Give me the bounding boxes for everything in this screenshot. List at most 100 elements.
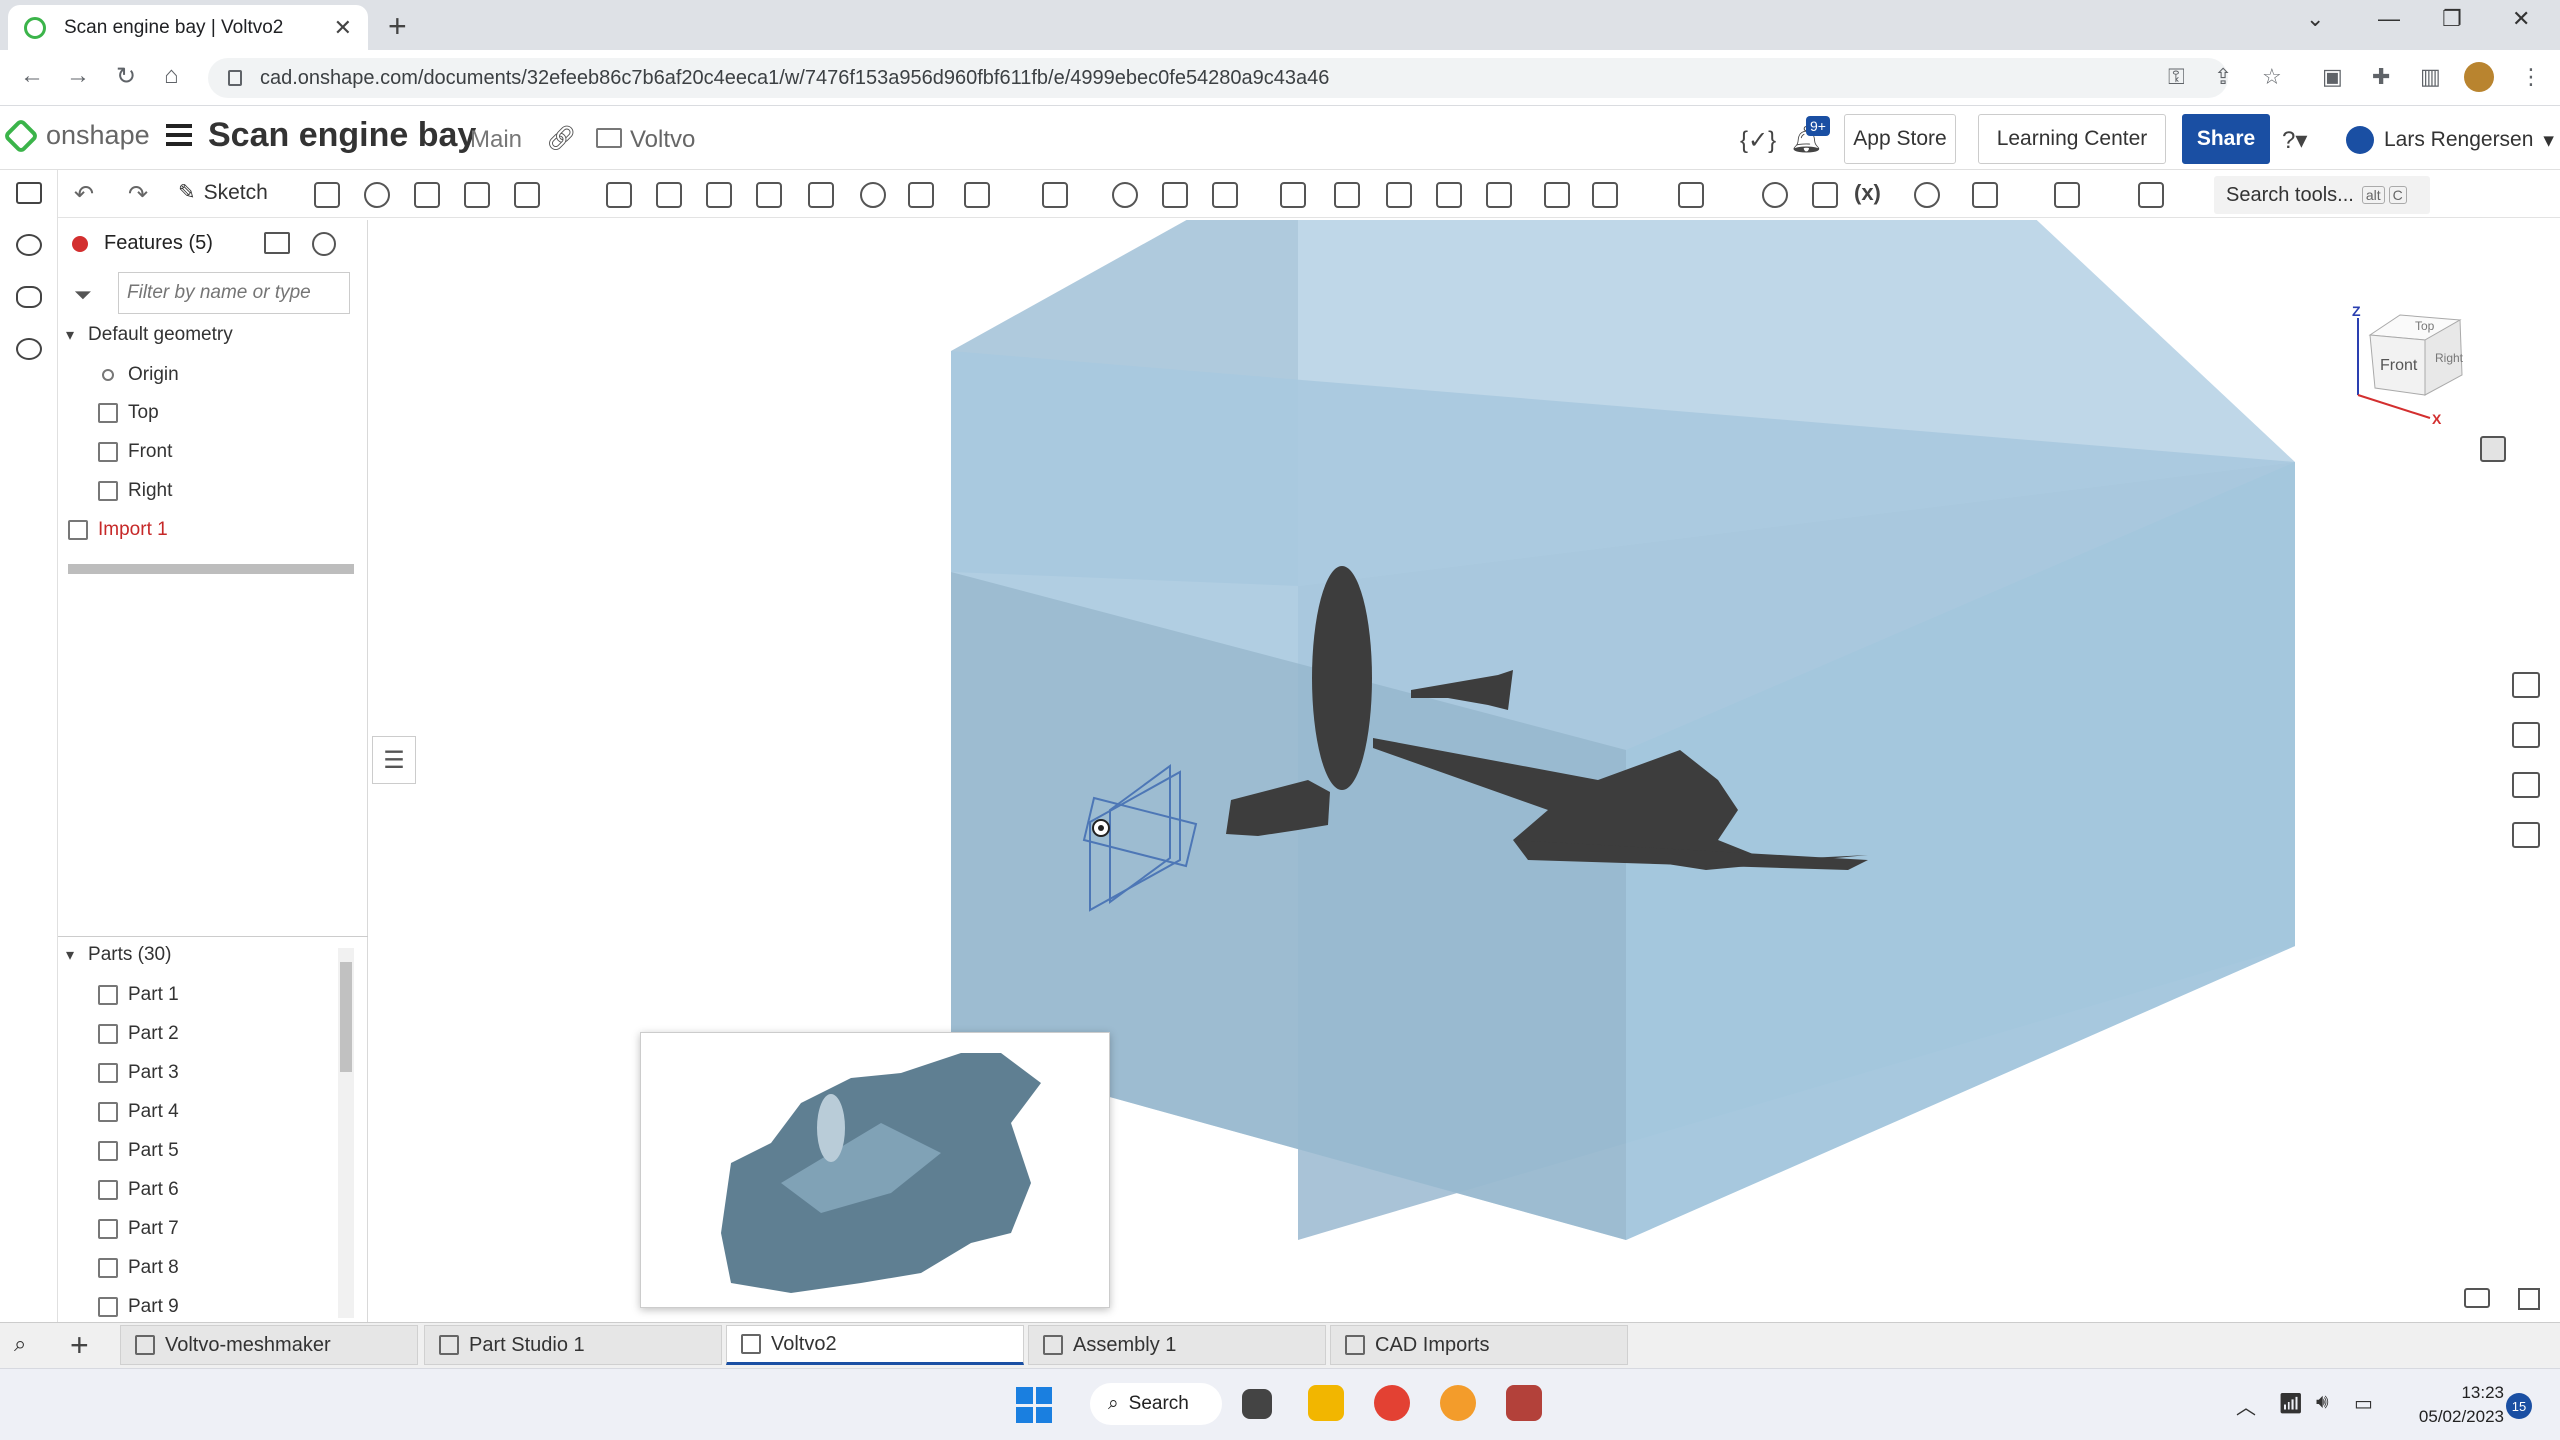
shell-icon[interactable] (808, 182, 834, 208)
sheet-metal-icon[interactable] (1972, 182, 1998, 208)
loft-icon[interactable] (464, 182, 490, 208)
measure-icon[interactable] (2464, 1288, 2490, 1308)
mass-properties-icon[interactable] (2512, 772, 2540, 798)
mate-connector-icon[interactable] (1592, 182, 1618, 208)
cylinder-icon[interactable] (908, 182, 934, 208)
add-folder-icon[interactable] (264, 232, 290, 254)
puzzle-icon[interactable]: ✚ (2372, 64, 2390, 90)
volume-icon[interactable]: 🔊︎ (2316, 1391, 2329, 1414)
add-tab-icon[interactable]: + (70, 1327, 89, 1364)
profile-avatar[interactable] (2464, 62, 2494, 92)
extrude-icon[interactable] (314, 182, 340, 208)
link-icon[interactable]: 🔗︎ (546, 124, 576, 153)
mesh-part-disc[interactable] (1312, 566, 1372, 790)
part-row[interactable]: Part 6 (98, 1179, 179, 1201)
branch-name[interactable]: Main (470, 126, 522, 154)
hole-icon[interactable] (860, 182, 886, 208)
wifi-icon[interactable]: 📶︎ (2278, 1391, 2303, 1416)
sweep-icon[interactable] (414, 182, 440, 208)
tab-voltvo-meshmaker[interactable]: Voltvo-meshmaker (120, 1325, 418, 1365)
key-icon[interactable]: ⚿ (2168, 64, 2185, 90)
frame-icon[interactable] (1914, 182, 1940, 208)
feature-top-plane[interactable]: Top (98, 402, 159, 424)
view-mode-icon[interactable] (2480, 436, 2506, 462)
rib-icon[interactable] (756, 182, 782, 208)
onshape-logo[interactable]: onshape (2, 117, 150, 154)
tab-cad-imports[interactable]: CAD Imports (1330, 1325, 1628, 1365)
part-row[interactable]: Part 3 (98, 1062, 179, 1084)
close-tab-icon[interactable]: ✕ (334, 15, 352, 41)
tab-voltvo2[interactable]: Voltvo2 (726, 1325, 1024, 1365)
new-tab-button[interactable]: + (388, 8, 407, 45)
pattern-icon[interactable] (964, 182, 990, 208)
variables-panel-icon[interactable] (2512, 822, 2540, 848)
revolve-icon[interactable] (364, 182, 390, 208)
toggle-feature-panel-button[interactable]: ☰ (372, 736, 416, 784)
curve-icon[interactable] (1678, 182, 1704, 208)
reload-icon[interactable]: ↻ (116, 62, 136, 91)
minimize-icon[interactable]: — (2378, 6, 2400, 32)
part-row[interactable]: Part 5 (98, 1140, 179, 1162)
feature-list-icon[interactable] (16, 182, 42, 204)
app-store-button[interactable]: App Store (1844, 114, 1956, 164)
browser-tab[interactable]: Scan engine bay | Voltvo2 ✕ (8, 5, 368, 50)
file-explorer-icon[interactable] (1308, 1385, 1344, 1421)
part-row[interactable]: Part 9 (98, 1296, 179, 1318)
feature-front-plane[interactable]: Front (98, 441, 172, 463)
tab-part-studio-1[interactable]: Part Studio 1 (424, 1325, 722, 1365)
feature-right-plane[interactable]: Right (98, 480, 172, 502)
feature-list-scrollbar[interactable] (68, 564, 354, 574)
home-icon[interactable]: ⌂ (164, 62, 179, 90)
part-row[interactable]: Part 1 (98, 984, 179, 1006)
share-page-icon[interactable]: ⇪ (2214, 64, 2232, 90)
split-icon[interactable] (1162, 182, 1188, 208)
url-field[interactable]: cad.onshape.com/documents/32efeeb86c7b6a… (208, 58, 2228, 98)
boolean-icon[interactable] (1112, 182, 1138, 208)
back-icon[interactable]: ← (20, 62, 44, 90)
fillet-icon[interactable] (606, 182, 632, 208)
part-row[interactable]: Part 2 (98, 1023, 179, 1045)
app-icon-red[interactable] (1506, 1385, 1542, 1421)
taskbar-clock[interactable]: 13:23 05/02/2023 (2394, 1381, 2504, 1429)
parts-scrollbar[interactable] (338, 948, 354, 1318)
folder-name[interactable]: Voltvo (630, 126, 695, 154)
tab-assembly-1[interactable]: Assembly 1 (1028, 1325, 1326, 1365)
help-icon[interactable]: ?▾ (2282, 126, 2307, 155)
scrollbar-thumb[interactable] (340, 962, 352, 1072)
hamburger-menu-icon[interactable] (166, 124, 192, 146)
rollback-timer-icon[interactable] (312, 232, 336, 256)
custom-feature-icon[interactable] (2138, 182, 2164, 208)
taskbar-search[interactable]: ⌕ Search (1090, 1383, 1222, 1425)
task-view-icon[interactable] (1242, 1389, 1272, 1419)
comments-icon[interactable] (16, 286, 42, 308)
appearance-icon[interactable] (2512, 672, 2540, 698)
part-row[interactable]: Part 8 (98, 1257, 179, 1279)
chamfer-icon[interactable] (656, 182, 682, 208)
feature-origin[interactable]: Origin (102, 364, 179, 386)
windows-start-icon[interactable] (1016, 1387, 1052, 1423)
filter-icon[interactable]: ⏷ (74, 282, 92, 308)
parts-group[interactable]: ▾ Parts (30) (66, 944, 171, 966)
close-window-icon[interactable]: ✕ (2512, 6, 2530, 32)
plane-icon[interactable] (1544, 182, 1570, 208)
learning-center-button[interactable]: Learning Center (1978, 114, 2166, 164)
variable-icon[interactable]: (x) (1854, 180, 1881, 206)
render-icon[interactable] (2512, 722, 2540, 748)
mirror-icon[interactable] (1042, 182, 1068, 208)
sketch-button[interactable]: ✎ Sketch (178, 180, 268, 205)
battery-icon[interactable]: ▭ (2354, 1391, 2373, 1416)
view-cube[interactable]: Top Front Right Z X (2340, 300, 2510, 450)
browser-menu-icon[interactable]: ⋮ (2520, 64, 2542, 90)
default-geometry-group[interactable]: ▾ Default geometry (66, 324, 233, 346)
search-tools-input[interactable]: Search tools... alt C (2214, 176, 2430, 214)
part-row[interactable]: Part 7 (98, 1218, 179, 1240)
forward-icon[interactable]: → (66, 62, 90, 90)
thicken-icon[interactable] (514, 182, 540, 208)
side-panel-icon[interactable]: ▥ (2420, 64, 2441, 90)
share-button[interactable]: Share (2182, 114, 2270, 164)
modify-fillet-icon[interactable] (1334, 182, 1360, 208)
featurescript-icon[interactable]: {✓} (1740, 126, 1776, 155)
notification-count-badge[interactable]: 15 (2506, 1393, 2532, 1419)
add-feature-icon[interactable] (16, 234, 42, 256)
bookmark-star-icon[interactable]: ☆ (2262, 64, 2282, 90)
